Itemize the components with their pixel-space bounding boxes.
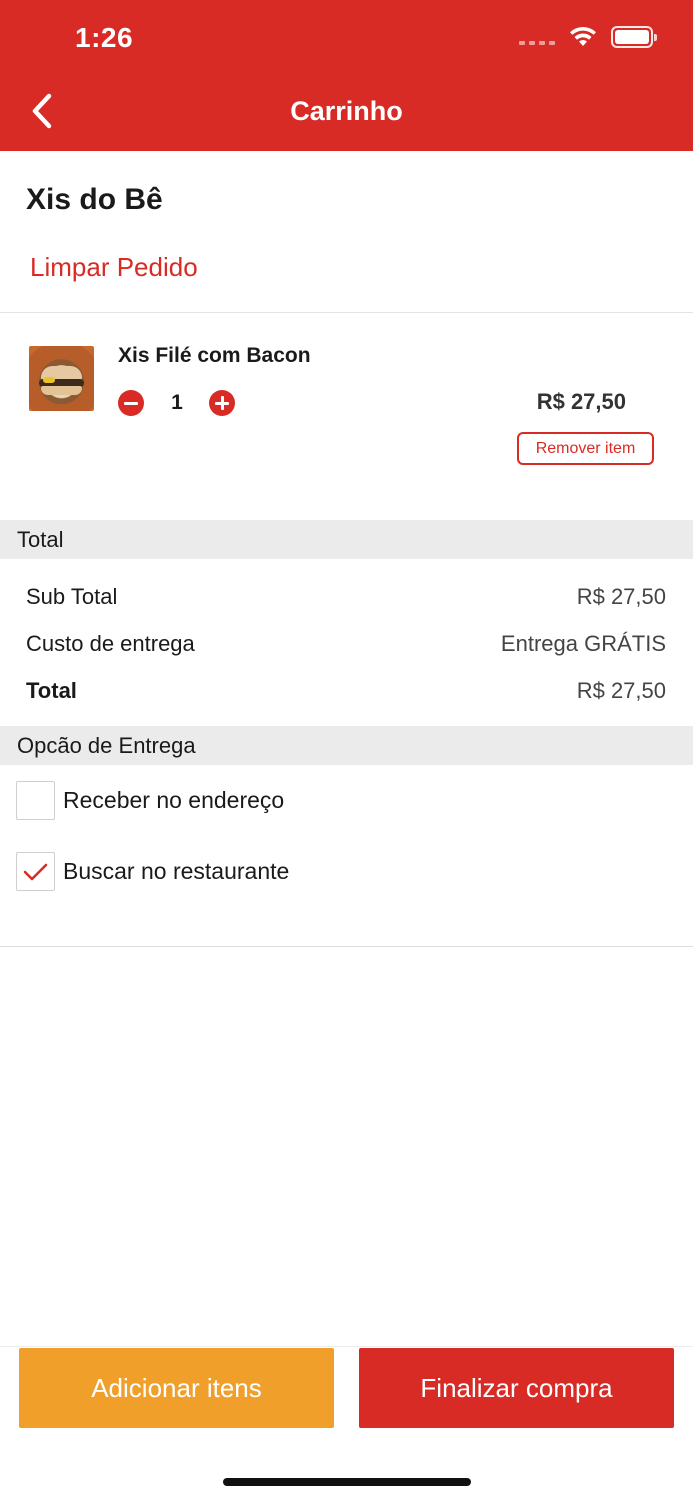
delivery-option-label: Receber no endereço <box>63 787 285 813</box>
delivery-option-address[interactable]: Receber no endereço <box>16 781 284 820</box>
item-photo <box>29 346 94 411</box>
checkmark-icon <box>23 863 47 880</box>
shipping-value: Entrega GRÁTIS <box>500 631 666 656</box>
total-value: R$ 27,50 <box>576 678 666 703</box>
home-indicator[interactable] <box>223 1478 471 1486</box>
status-icons <box>519 26 657 48</box>
decrease-quantity-button[interactable] <box>118 390 144 416</box>
page-title: Carrinho <box>290 96 403 126</box>
divider <box>0 312 693 313</box>
subtotal-label: Sub Total <box>26 584 118 609</box>
restaurant-name: Xis do Bê <box>26 183 163 216</box>
status-time: 1:26 <box>75 22 134 53</box>
signal-icon <box>519 29 555 45</box>
shipping-row: Custo de entrega Entrega GRÁTIS <box>26 631 666 657</box>
divider <box>0 946 693 947</box>
battery-icon <box>611 26 657 48</box>
delivery-section-header: Opcão de Entrega <box>0 726 693 765</box>
total-section-header: Total <box>0 520 693 559</box>
app-header: 1:26 Carrinho <box>0 0 693 151</box>
shipping-label: Custo de entrega <box>26 631 195 656</box>
total-row: Total R$ 27,50 <box>26 678 666 704</box>
delivery-option-label: Buscar no restaurante <box>63 858 290 884</box>
checkout-button[interactable]: Finalizar compra <box>359 1348 674 1428</box>
checkbox-checked[interactable] <box>16 852 55 891</box>
clear-order-button[interactable]: Limpar Pedido <box>30 252 198 283</box>
total-label: Total <box>26 678 77 703</box>
divider <box>0 1346 693 1347</box>
subtotal-row: Sub Total R$ 27,50 <box>26 584 666 610</box>
minus-icon <box>124 401 138 405</box>
wifi-icon <box>569 27 597 47</box>
increase-quantity-button[interactable] <box>209 390 235 416</box>
delivery-option-pickup[interactable]: Buscar no restaurante <box>16 852 289 891</box>
subtotal-value: R$ 27,50 <box>576 584 666 609</box>
checkbox-unchecked[interactable] <box>16 781 55 820</box>
item-name: Xis Filé com Bacon <box>118 344 311 367</box>
item-price: R$ 27,50 <box>536 389 626 414</box>
item-quantity: 1 <box>171 391 183 414</box>
remove-item-button[interactable]: Remover item <box>517 432 654 465</box>
add-items-button[interactable]: Adicionar itens <box>19 1348 334 1428</box>
